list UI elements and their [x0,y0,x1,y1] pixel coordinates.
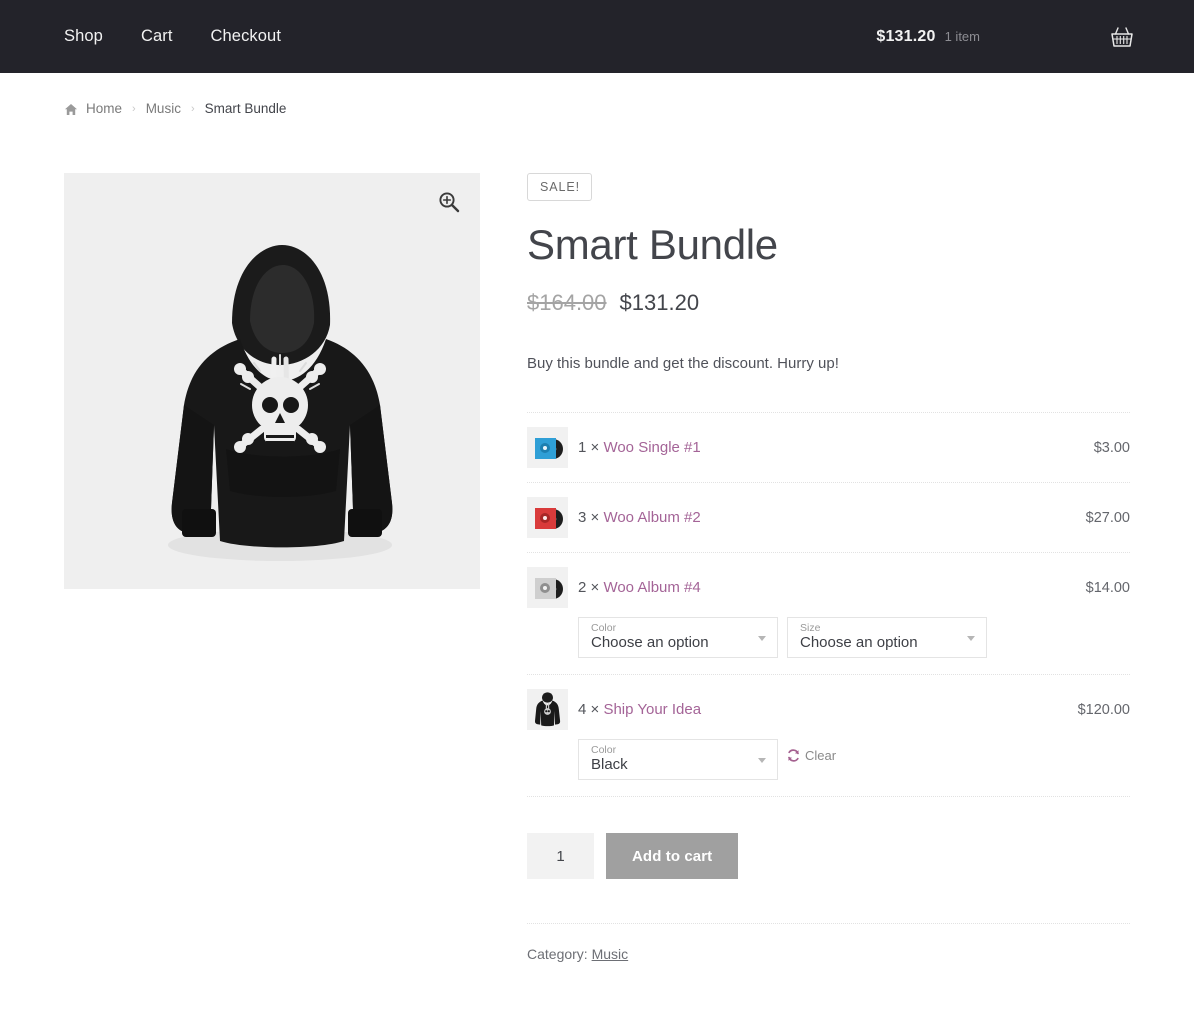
album-red-thumbnail-icon [527,497,568,539]
product-page: Shop Cart Checkout $131.20 1 item Home ›… [0,0,1194,1014]
bundle-item-title: 1 × Woo Single #1 [578,439,701,456]
nav-checkout[interactable]: Checkout [211,27,282,46]
sale-badge: SALE! [527,173,592,201]
product-meta: Category: Music [527,923,1130,962]
product-gallery [64,173,480,589]
bundle-item-link[interactable]: Woo Album #2 [603,509,700,526]
home-icon [64,103,78,116]
price-sale: $131.20 [619,290,700,316]
bundle-item-row: 1 × Woo Single #1 $3.00 [527,413,1130,484]
breadcrumb-separator: › [190,102,195,115]
add-to-cart-form: Add to cart [527,833,1130,880]
bundle-item-quantity: 3 × [578,509,600,527]
bundle-item-price: $3.00 [1093,439,1130,456]
header-cart: $131.20 1 item [876,26,1134,48]
product-main: SALE! Smart Bundle $164.00 $131.20 Buy t… [0,116,1194,962]
bundle-item-variations: Color Choose an option Size Choose an op… [578,617,1130,659]
magnifier-plus-icon[interactable] [438,191,460,213]
bundle-item-link[interactable]: Ship Your Idea [603,701,701,718]
bundle-item-row: 3 × Woo Album #2 $27.00 [527,483,1130,554]
product-image[interactable] [64,173,480,589]
site-header: Shop Cart Checkout $131.20 1 item [0,0,1194,73]
bundle-item-quantity: 2 × [578,579,600,597]
chevron-down-icon [758,635,766,641]
cart-item-count: 1 item [944,28,980,44]
breadcrumb-item-home[interactable]: Home [86,101,122,116]
bundle-item-quantity: 4 × [578,701,600,719]
product-summary: SALE! Smart Bundle $164.00 $131.20 Buy t… [527,173,1130,962]
size-select-label: Size [800,622,821,635]
product-title: Smart Bundle [527,221,778,268]
hoodie-black-thumbnail-icon [527,689,568,731]
basket-icon[interactable] [1110,26,1134,48]
bundle-item-link[interactable]: Woo Album #4 [603,579,700,596]
bundle-item-variations: Color Black Clear [578,739,1130,781]
color-select-value: Black [591,756,628,774]
breadcrumb: Home › Music › Smart Bundle [0,73,1194,116]
bundle-item-title: 4 × Ship Your Idea [578,701,701,718]
color-select-label: Color [591,622,617,635]
price-row: $164.00 $131.20 [527,290,1130,316]
add-to-cart-button[interactable]: Add to cart [606,833,739,880]
bundle-item-row: 2 × Woo Album #4 $14.00 Color Choose an … [527,553,1130,676]
cart-total-amount: $131.20 [876,27,936,45]
bundle-item-row: 4 × Ship Your Idea $120.00 Color Black C… [527,675,1130,798]
size-select-value: Choose an option [800,634,918,652]
color-select-value: Choose an option [591,634,709,652]
quantity-input[interactable] [527,833,594,880]
breadcrumb-item-music[interactable]: Music [146,101,181,116]
color-select[interactable]: Color Black [578,739,778,781]
price-original: $164.00 [527,290,607,316]
short-description: Buy this bundle and get the discount. Hu… [527,355,839,373]
refresh-icon [787,749,800,762]
chevron-down-icon [758,757,766,763]
bundle-item-price: $120.00 [1077,701,1130,718]
bundle-items-list: 1 × Woo Single #1 $3.00 3 × Woo Album #2… [527,412,1130,798]
primary-nav: Shop Cart Checkout [64,27,281,46]
bundle-item-link[interactable]: Woo Single #1 [603,439,700,456]
color-select-label: Color [591,744,617,757]
clear-variations-link[interactable]: Clear [787,748,836,763]
bundle-item-quantity: 1 × [578,439,600,457]
category-link[interactable]: Music [592,946,629,962]
chevron-down-icon [967,635,975,641]
color-select[interactable]: Color Choose an option [578,617,778,659]
size-select[interactable]: Size Choose an option [787,617,987,659]
nav-shop[interactable]: Shop [64,27,103,46]
clear-link-label: Clear [805,748,837,764]
album-blue-thumbnail-icon [527,427,568,469]
bundle-item-price: $27.00 [1085,509,1130,526]
bundle-item-price: $14.00 [1085,579,1130,596]
bundle-item-title: 2 × Woo Album #4 [578,579,701,596]
album-gray-thumbnail-icon [527,567,568,609]
cart-summary-link[interactable]: $131.20 1 item [876,28,980,46]
breadcrumb-separator: › [132,102,136,115]
category-label: Category: [527,946,588,963]
bundle-item-title: 3 × Woo Album #2 [578,509,701,526]
breadcrumb-item-current: Smart Bundle [204,101,287,116]
nav-cart[interactable]: Cart [141,27,173,46]
